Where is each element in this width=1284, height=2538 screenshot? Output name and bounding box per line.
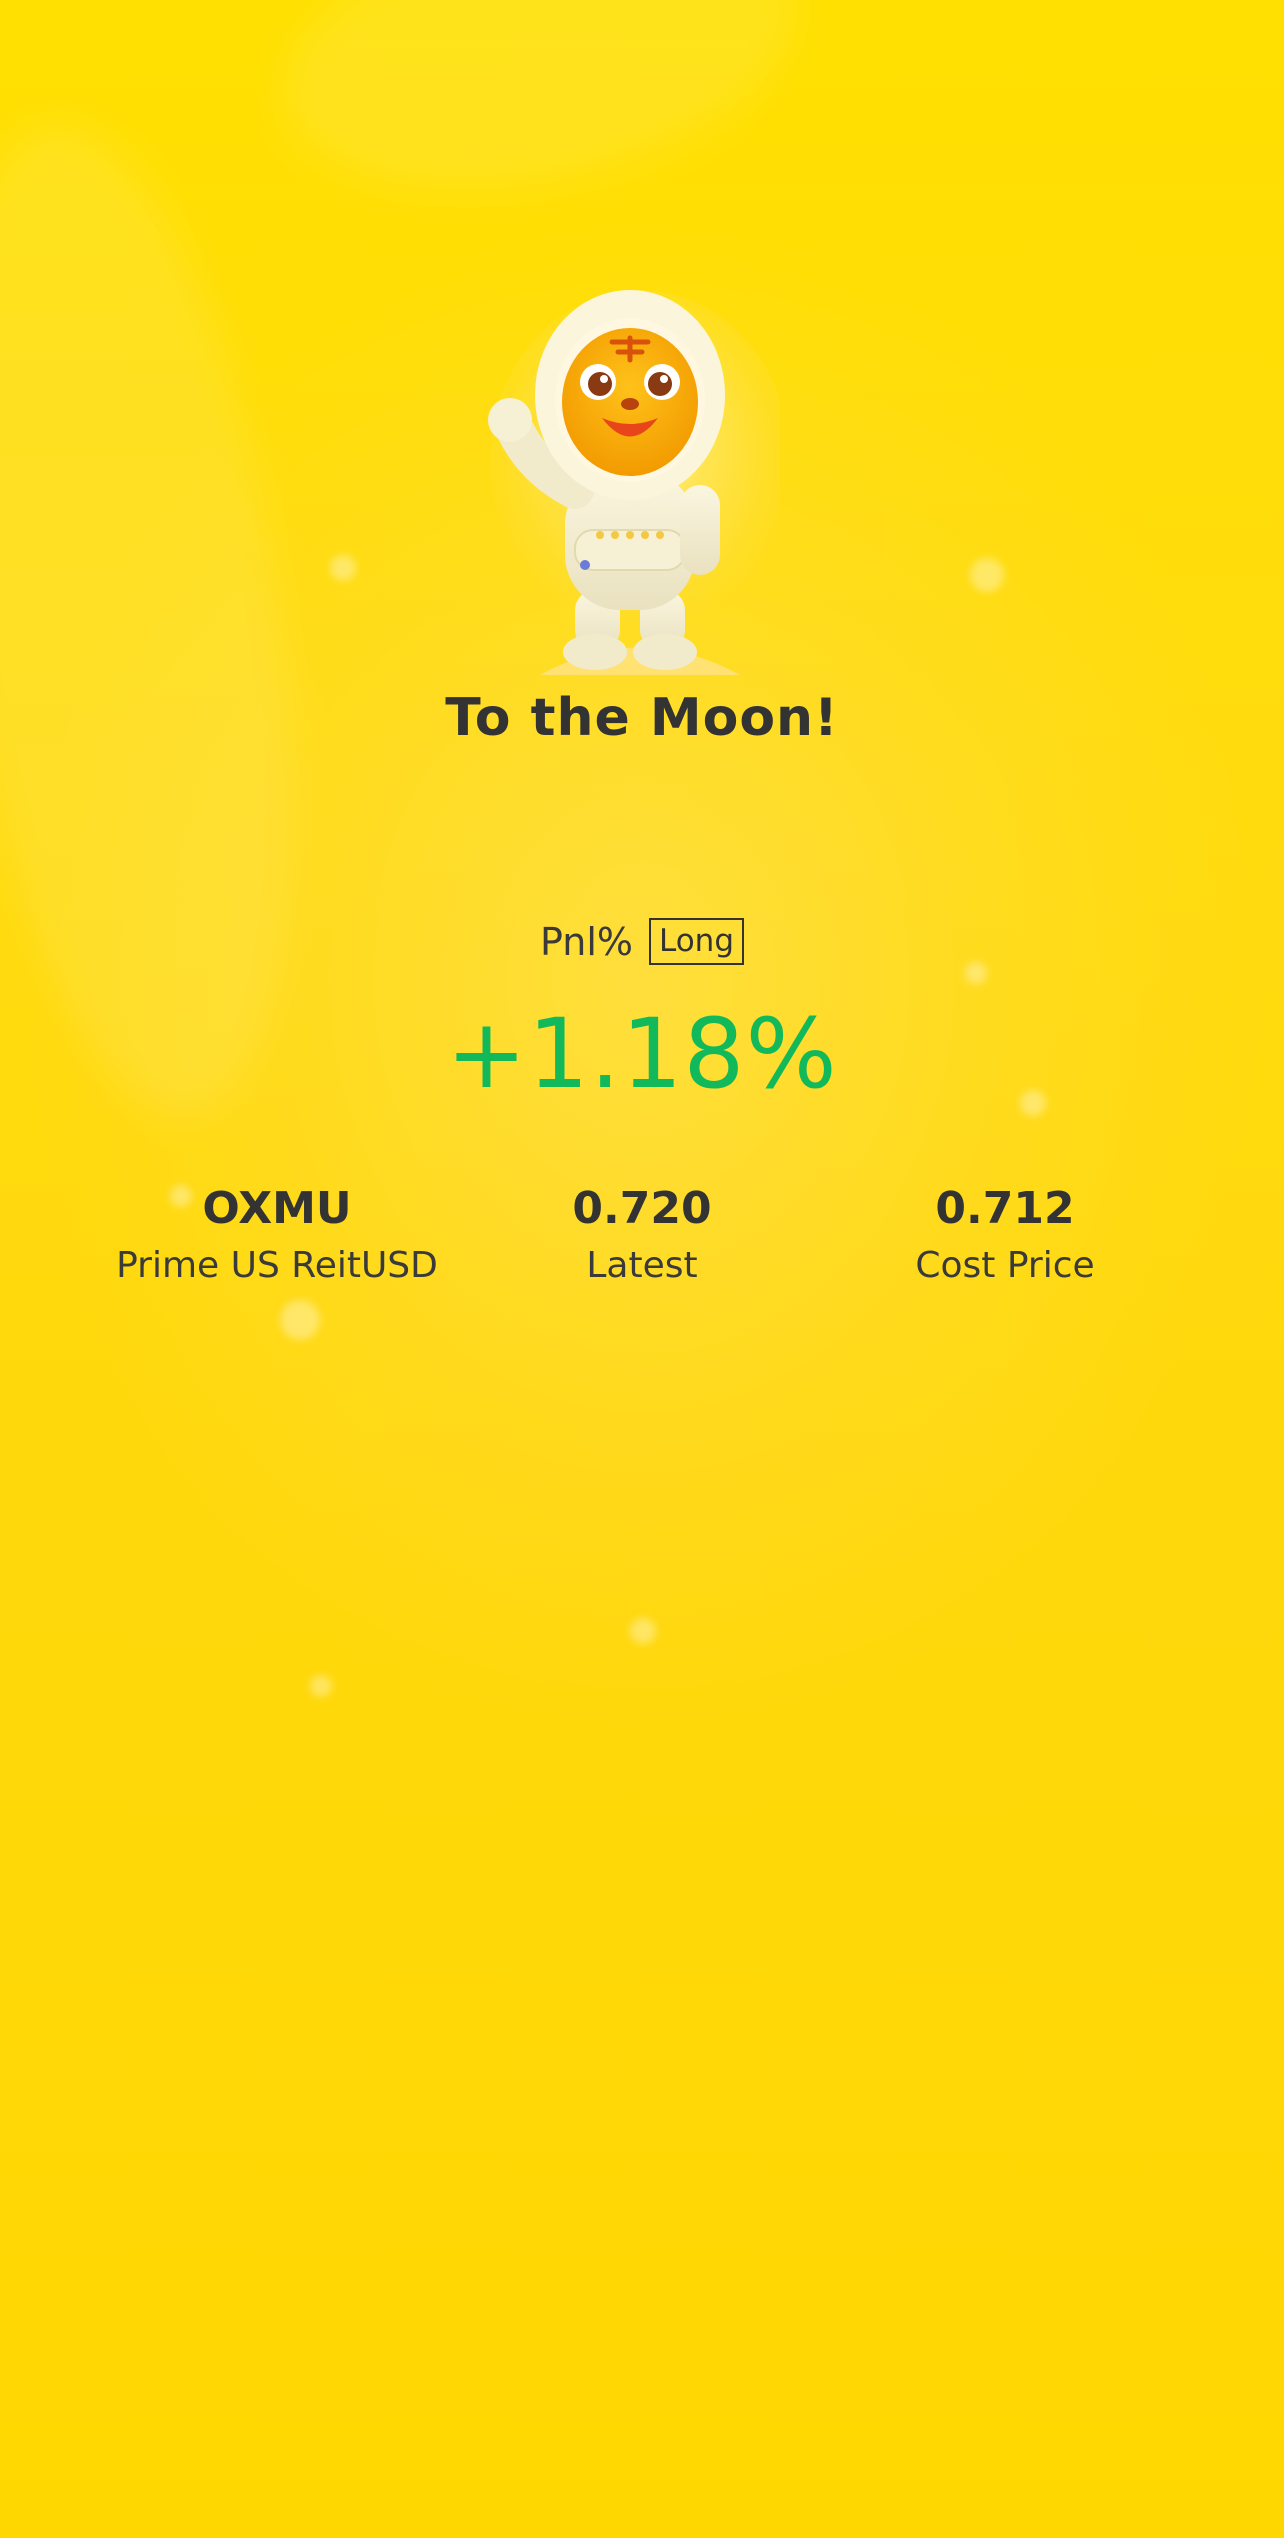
- astronaut-tiger-mascot-icon: [488, 290, 780, 675]
- sparkle-decoration: [630, 1618, 656, 1644]
- symbol-name-label: Prime US ReitUSD: [116, 1245, 438, 1286]
- pnl-label: Pnl%: [539, 919, 633, 964]
- pnl-header: Pnl% Long: [0, 918, 1284, 966]
- direction-badge: Long: [648, 918, 745, 966]
- latest-price-label: Latest: [586, 1245, 698, 1286]
- sparkle-decoration: [330, 555, 356, 581]
- symbol-value: OXMU: [202, 1183, 352, 1234]
- page-title: To the Moon!: [445, 688, 839, 748]
- stat-latest: 0.720 Latest: [432, 1180, 852, 1294]
- stat-cost-price: 0.712 Cost Price: [795, 1180, 1215, 1294]
- sparkle-decoration: [280, 1300, 320, 1340]
- pnl-percentage: +1.18%: [446, 998, 838, 1110]
- stat-symbol: OXMU Prime US ReitUSD: [67, 1180, 487, 1294]
- sparkle-decoration: [970, 558, 1004, 592]
- cost-price-value: 0.712: [935, 1183, 1075, 1234]
- sparkle-decoration: [965, 962, 987, 984]
- latest-price-value: 0.720: [572, 1183, 712, 1234]
- sparkle-decoration: [310, 1675, 332, 1697]
- cost-price-label: Cost Price: [915, 1245, 1095, 1286]
